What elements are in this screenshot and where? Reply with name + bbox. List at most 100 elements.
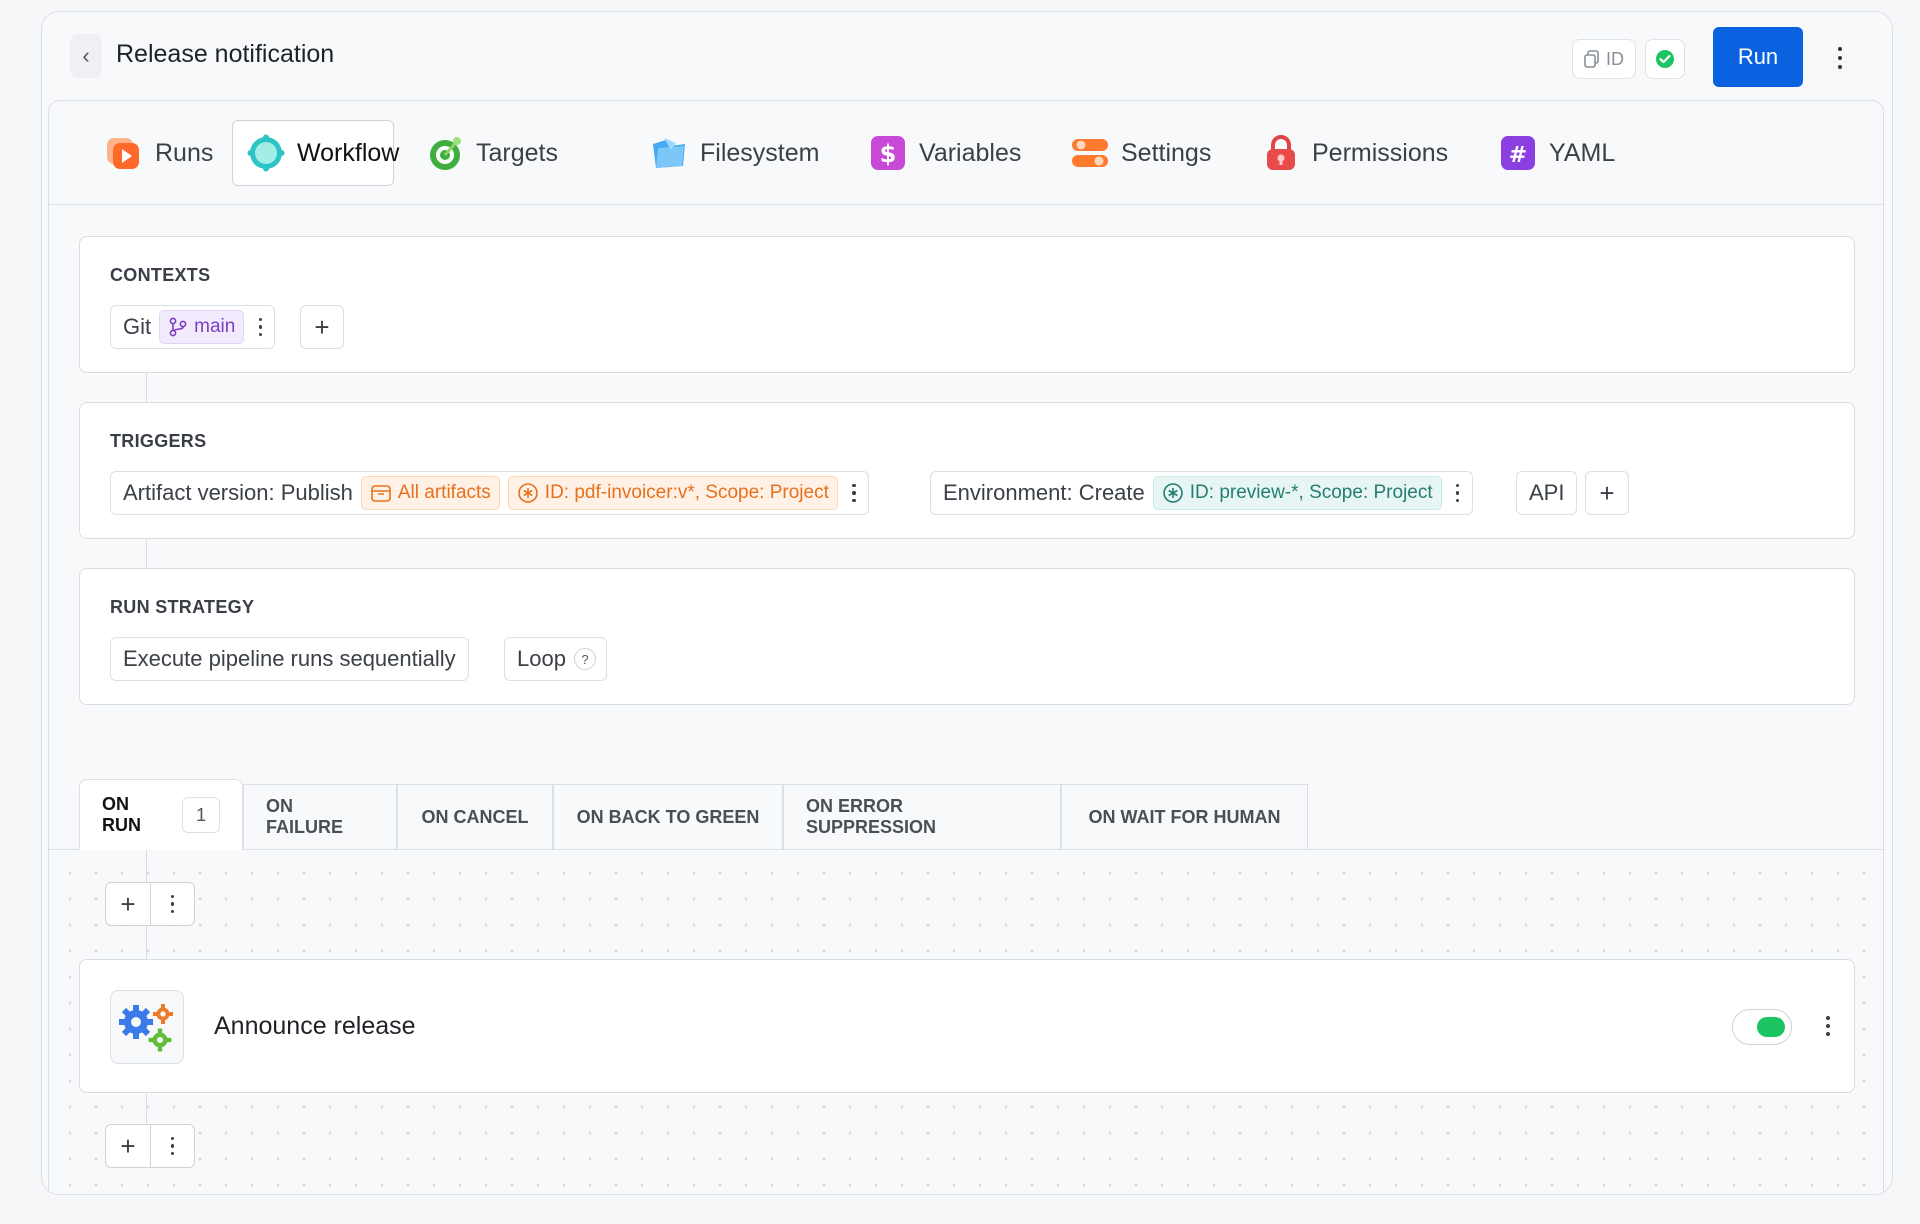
branch-tag: main [159, 310, 245, 344]
filesystem-icon [653, 138, 685, 168]
archive-icon [371, 485, 391, 502]
connector-line [146, 539, 147, 570]
tab-workflow[interactable]: Workflow [232, 120, 399, 186]
git-context-chip[interactable]: Git main [110, 305, 276, 349]
check-circle-icon [1656, 50, 1674, 68]
tab-on-cancel[interactable]: ON CANCEL [397, 784, 553, 849]
all-artifacts-tag: All artifacts [360, 476, 500, 510]
tab-settings[interactable]: Settings [1057, 120, 1225, 186]
workflow-icon [247, 134, 285, 172]
add-action-button[interactable]: + [106, 883, 150, 925]
event-tab-label: ON ERROR SUPPRESSION [806, 796, 937, 837]
run-strategy-title: RUN STRATEGY [110, 597, 255, 617]
plus-icon: + [1599, 477, 1615, 508]
environment-trigger-more-icon[interactable] [1450, 475, 1466, 511]
settings-icon [1072, 139, 1108, 167]
runs-icon [107, 138, 139, 169]
tab-label: Filesystem [700, 138, 820, 167]
add-action-button[interactable]: + [106, 1125, 150, 1167]
loop-label: Loop [517, 646, 566, 671]
workflow-panel: Runs Workflow Targets Filesystem $ Varia… [48, 100, 1884, 1194]
environment-scope-tag: ID: preview-*, Scope: Project [1152, 476, 1442, 510]
run-mode-chip[interactable]: Execute pipeline runs sequentially [110, 637, 469, 681]
tab-permissions[interactable]: Permissions [1248, 120, 1462, 186]
environment-trigger-chip[interactable]: Environment: Create ID: preview-*, Scope… [930, 471, 1473, 515]
artifact-trigger-more-icon[interactable] [846, 475, 862, 511]
asterisk-circle-icon [517, 483, 538, 503]
plus-icon: + [314, 311, 330, 342]
more-options-icon[interactable] [1832, 40, 1848, 76]
artifact-trigger-label: Artifact version: Publish [123, 480, 353, 505]
branch-label: main [194, 316, 236, 337]
tab-variables[interactable]: $ Variables [855, 120, 1035, 186]
tab-on-failure[interactable]: ON FAILURE [243, 784, 397, 849]
event-tab-label: ON BACK TO GREEN [576, 806, 760, 827]
loop-chip[interactable]: Loop ? [504, 637, 607, 681]
tab-on-wait-for-human[interactable]: ON WAIT FOR HUMAN [1061, 784, 1308, 849]
step-icon-box [110, 990, 184, 1064]
action-count-badge: 1 [182, 797, 220, 833]
event-tab-label: ON WAIT FOR HUMAN [1088, 806, 1281, 827]
action-name: Announce release [214, 1012, 416, 1040]
add-action-group-bottom: + [105, 1124, 195, 1168]
git-label: Git [123, 314, 152, 339]
yaml-icon: # [1501, 136, 1535, 170]
svg-text:#: # [1509, 143, 1527, 168]
tab-filesystem[interactable]: Filesystem [636, 120, 833, 186]
gears-icon [119, 1004, 173, 1052]
tab-label: YAML [1549, 138, 1616, 167]
pipeline-window: ‹ Release notification ID Run Runs Workf… [41, 11, 1893, 1195]
tab-yaml[interactable]: # YAML [1485, 120, 1629, 186]
tab-on-run[interactable]: ON RUN 1 [79, 779, 243, 850]
run-mode-label: Execute pipeline runs sequentially [123, 646, 456, 671]
add-trigger-button[interactable]: + [1585, 471, 1629, 515]
svg-text:$: $ [880, 140, 897, 168]
event-tab-label: ON RUN [102, 794, 141, 835]
artifact-scope-label: ID: pdf-invoicer:v*, Scope: Project [544, 482, 829, 503]
targets-icon [430, 137, 461, 170]
id-label: ID [1606, 48, 1624, 69]
asterisk-circle-icon [1162, 483, 1183, 503]
toggle-knob [1757, 1017, 1785, 1037]
header: ‹ Release notification ID Run [42, 12, 1892, 100]
action-card[interactable]: Announce release [79, 959, 1855, 1093]
chevron-left-icon: ‹ [82, 43, 90, 68]
tab-label: Workflow [297, 138, 400, 167]
tab-on-error-suppression[interactable]: ON ERROR SUPPRESSION [783, 784, 1061, 849]
contexts-title: CONTEXTS [110, 265, 211, 285]
tab-label: Runs [155, 138, 214, 167]
artifact-trigger-chip[interactable]: Artifact version: Publish All artifacts … [110, 471, 869, 515]
api-trigger-label: API [1529, 480, 1565, 505]
status-button[interactable] [1645, 39, 1685, 79]
api-trigger-chip[interactable]: API [1516, 471, 1578, 515]
action-more-icon[interactable] [1820, 1008, 1836, 1044]
branch-icon [169, 317, 187, 337]
help-icon[interactable]: ? [573, 648, 596, 670]
tab-on-back-to-green[interactable]: ON BACK TO GREEN [553, 784, 783, 849]
action-more-icon[interactable] [149, 883, 194, 925]
copy-id-button[interactable]: ID [1572, 39, 1636, 79]
run-button[interactable]: Run [1713, 27, 1803, 87]
environment-scope-label: ID: preview-*, Scope: Project [1189, 482, 1433, 503]
environment-trigger-label: Environment: Create [943, 480, 1145, 505]
run-strategy-card: RUN STRATEGY Execute pipeline runs seque… [79, 568, 1855, 705]
artifact-scope-tag: ID: pdf-invoicer:v*, Scope: Project [507, 476, 838, 510]
back-button[interactable]: ‹ [70, 34, 102, 78]
contexts-card: CONTEXTS Git main + [79, 236, 1855, 373]
tab-runs[interactable]: Runs [91, 120, 227, 186]
add-action-group-top: + [105, 882, 195, 926]
variables-icon: $ [871, 136, 905, 170]
page-title: Release notification [116, 40, 335, 68]
triggers-title: TRIGGERS [110, 431, 207, 451]
tab-targets[interactable]: Targets [412, 120, 572, 186]
add-context-button[interactable]: + [300, 305, 344, 349]
triggers-card: TRIGGERS Artifact version: Publish All a… [79, 402, 1855, 539]
event-tab-label: ON CANCEL [421, 806, 529, 827]
tab-label: Permissions [1312, 138, 1449, 167]
context-more-icon[interactable] [252, 309, 268, 345]
action-enabled-toggle[interactable] [1732, 1009, 1792, 1045]
tab-label: Targets [476, 138, 558, 167]
all-artifacts-label: All artifacts [397, 482, 491, 503]
tab-bar: Runs Workflow Targets Filesystem $ Varia… [49, 101, 1883, 205]
action-more-icon[interactable] [149, 1125, 194, 1167]
